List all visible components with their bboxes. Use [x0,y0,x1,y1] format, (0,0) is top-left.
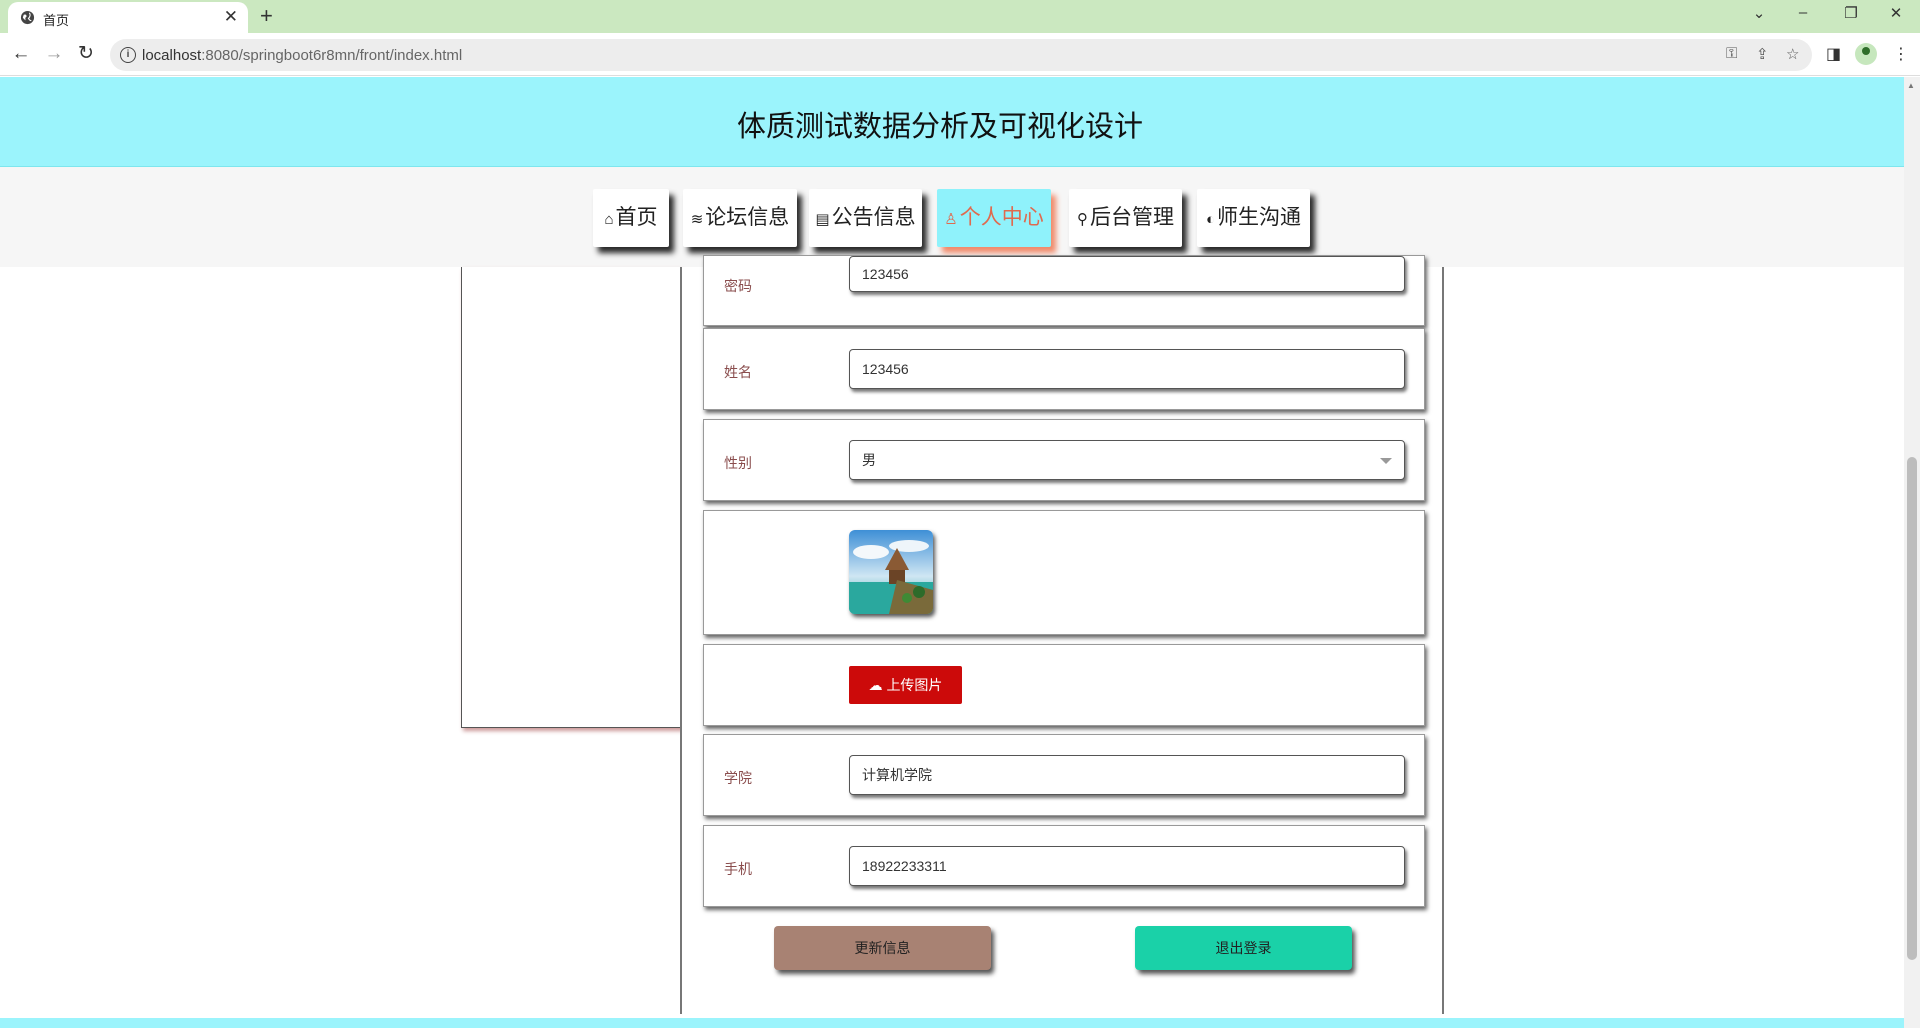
password-field[interactable]: 123456 [849,256,1405,292]
gender-label: 性别 [724,455,752,471]
scrollbar-thumb[interactable] [1907,457,1917,960]
profile-form: 密码 123456 姓名 123456 性别 男 ☁ 上传图片 学院 计算机学院… [680,255,1444,1014]
browser-tabbar: 首页 ✕ + ⌄ – ❐ ✕ [0,0,1920,33]
tab-title: 首页 [43,13,70,28]
profile-avatar-icon[interactable] [1855,43,1877,65]
gender-row: 性别 男 [703,419,1425,501]
url-host: localhost [142,47,202,64]
update-info-button[interactable]: 更新信息 [774,926,991,970]
key-icon[interactable]: ⚿ [1726,45,1737,62]
nav-label: 首页 [615,206,658,229]
tab-close-icon[interactable]: ✕ [224,7,238,27]
scroll-up-icon[interactable]: ▲ [1907,81,1915,90]
nav-item-chat[interactable]: ◐师生沟通 [1197,189,1310,247]
new-tab-icon[interactable]: + [260,3,273,29]
name-row: 姓名 123456 [703,328,1425,410]
avatar-row [703,510,1425,635]
nav-label: 师生沟通 [1217,206,1302,229]
nav-item-personal-center[interactable]: ♙个人中心 [937,189,1051,247]
password-label: 密码 [724,278,752,294]
left-side-panel [461,267,682,728]
home-icon: ⌂ [604,211,614,228]
cloud-upload-icon: ☁ [868,677,883,693]
site-header: 体质测试数据分析及可视化设计 [0,77,1904,167]
clipboard-icon: ▤ [815,211,830,228]
phone-label: 手机 [724,861,752,877]
nav-label: 公告信息 [831,206,916,229]
site-title: 体质测试数据分析及可视化设计 [736,111,1143,143]
menu-kebab-icon[interactable]: ⋮ [1893,44,1909,64]
browser-tab[interactable]: 首页 ✕ [8,2,248,33]
link-icon: ⚲ [1077,211,1088,228]
url-path: :8080/springboot6r8mn/front/index.html [201,47,463,64]
profile-photo [849,530,933,614]
nav-label: 个人中心 [959,206,1044,229]
nav-item-home[interactable]: ⌂首页 [593,189,669,247]
name-label: 姓名 [724,364,752,380]
tab-search-chevron-icon[interactable]: ⌄ [1749,4,1769,22]
browser-toolbar: ← → ↻ i localhost:8080/springboot6r8mn/f… [0,33,1920,76]
reload-icon[interactable]: ↻ [75,43,97,65]
college-label: 学院 [724,770,752,786]
nav-label: 后台管理 [1090,206,1174,229]
window-close-icon[interactable]: ✕ [1886,4,1906,22]
upload-image-button[interactable]: ☁ 上传图片 [849,666,962,704]
password-row: 密码 123456 [703,255,1425,326]
nav-item-admin[interactable]: ⚲后台管理 [1069,189,1182,247]
upload-button-label: 上传图片 [886,677,943,693]
forward-arrow-icon[interactable]: → [43,43,65,65]
chevron-down-icon [1380,458,1392,464]
minimize-icon[interactable]: – [1793,4,1813,21]
chat-icon: ◐ [1205,211,1216,228]
gender-selected-value: 男 [862,452,876,468]
restore-icon[interactable]: ❐ [1841,4,1861,22]
back-arrow-icon[interactable]: ← [10,43,32,65]
phone-field[interactable]: 18922233311 [849,846,1405,886]
side-panel-icon[interactable]: ◨ [1826,44,1841,64]
nav-item-forum[interactable]: ≋论坛信息 [683,189,797,247]
layers-icon: ≋ [690,211,704,228]
college-row: 学院 计算机学院 [703,734,1425,816]
site-info-icon[interactable]: i [120,47,136,63]
nav-label: 论坛信息 [705,206,790,229]
url-text: localhost:8080/springboot6r8mn/front/ind… [142,47,462,64]
bookmark-star-icon[interactable]: ☆ [1786,45,1799,63]
globe-icon [20,10,35,25]
landscape-photo-icon [849,530,933,614]
page-scrollbar[interactable]: ▲ [1904,77,1920,1028]
logout-button[interactable]: 退出登录 [1135,926,1352,970]
share-icon[interactable]: ⇪ [1756,45,1769,63]
college-field[interactable]: 计算机学院 [849,755,1405,795]
upload-row: ☁ 上传图片 [703,644,1425,726]
footer-strip [0,1018,1904,1028]
address-bar[interactable]: i localhost:8080/springboot6r8mn/front/i… [110,39,1812,71]
name-field[interactable]: 123456 [849,349,1405,389]
main-nav: ⌂首页 ≋论坛信息 ▤公告信息 ♙个人中心 ⚲后台管理 ◐师生沟通 [0,167,1904,267]
gender-select[interactable]: 男 [849,440,1405,480]
nav-item-announcements[interactable]: ▤公告信息 [809,189,922,247]
phone-row: 手机 18922233311 [703,825,1425,907]
user-icon: ♙ [944,211,958,228]
